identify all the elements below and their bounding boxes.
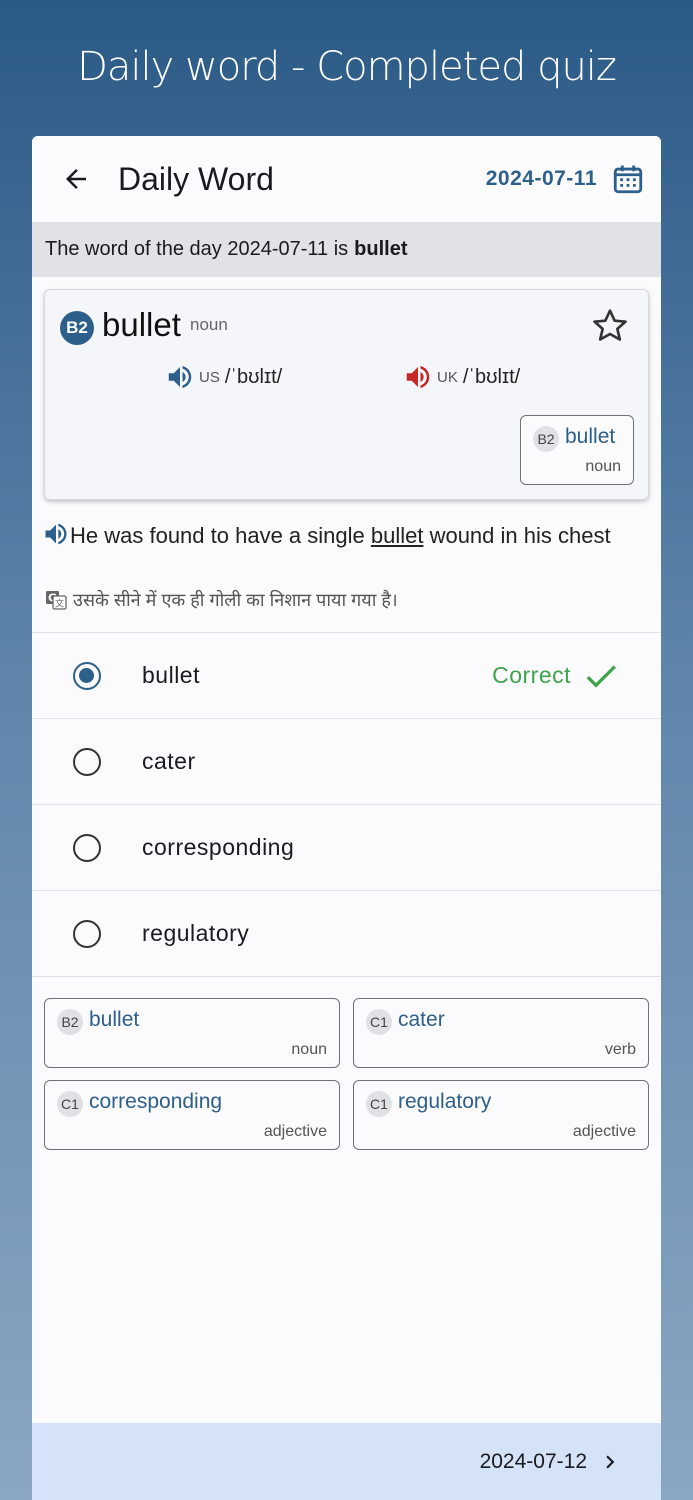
example-sentence: He was found to have a single bullet wou…: [42, 520, 642, 552]
uk-pronunciation-button[interactable]: UK /ˈbʊlɪt/: [403, 362, 520, 392]
chevron-right-icon: [606, 1455, 615, 1468]
quiz-option-0[interactable]: bullet Correct: [32, 633, 661, 719]
radio-button-selected[interactable]: [73, 661, 101, 690]
level-badge: C1: [366, 1009, 392, 1035]
speaker-icon[interactable]: [42, 520, 70, 548]
banner-text: The word of the day 2024-07-11 is: [45, 238, 349, 260]
word-of-day-banner: The word of the day 2024-07-11 is bullet: [32, 222, 661, 277]
page-title: Daily Word: [118, 160, 274, 197]
chip-word: corresponding: [89, 1090, 223, 1113]
chip-pos: adjective: [572, 1123, 636, 1140]
svg-text:文: 文: [55, 598, 64, 610]
chip-word: bullet: [89, 1008, 140, 1031]
quiz-option-3[interactable]: regulatory: [32, 891, 661, 977]
example-highlight: bullet: [370, 523, 424, 548]
example-text-after: wound in his chest: [423, 523, 611, 548]
chip-pos: noun: [291, 1041, 327, 1058]
star-icon[interactable]: [590, 306, 630, 346]
translate-icon: G 文: [46, 591, 67, 610]
chip-pos: adjective: [263, 1123, 327, 1140]
next-day-button[interactable]: 2024-07-12: [32, 1423, 661, 1500]
app-bar: Daily Word 2024-07-11: [32, 136, 661, 222]
word-chip-bullet[interactable]: B2 bullet noun: [44, 998, 340, 1068]
speaker-icon: [406, 366, 430, 388]
chip-pos: verb: [604, 1041, 636, 1058]
correct-indicator: Correct: [492, 656, 621, 696]
us-ipa: /ˈbʊlɪt/: [224, 365, 283, 388]
part-of-speech: noun: [190, 315, 228, 334]
date-selector-button[interactable]: 2024-07-11: [486, 167, 597, 191]
calendar-icon[interactable]: [611, 162, 645, 196]
option-label: regulatory: [142, 920, 250, 946]
level-badge: B2: [533, 426, 559, 452]
translation-text: उसके सीने में एक ही गोली का निशान पाया ग…: [73, 590, 398, 610]
word-chip-bullet[interactable]: B2 bullet noun: [520, 415, 634, 485]
speaker-icon: [168, 366, 192, 388]
headword: bullet: [102, 306, 181, 343]
check-icon: [586, 664, 616, 688]
chip-word: regulatory: [398, 1090, 492, 1113]
back-button[interactable]: [56, 159, 96, 199]
banner-word: bullet: [354, 238, 408, 260]
us-tag: US: [199, 368, 220, 386]
example-text-before: He was found to have a single: [70, 523, 371, 548]
level-badge: B2: [60, 311, 94, 345]
uk-ipa: /ˈbʊlɪt/: [462, 365, 521, 388]
option-label: bullet: [142, 662, 200, 688]
next-date: 2024-07-12: [479, 1449, 587, 1473]
uk-tag: UK: [437, 368, 458, 386]
word-chip-regulatory[interactable]: C1 regulatory adjective: [353, 1080, 649, 1150]
quiz-option-2[interactable]: corresponding: [32, 805, 661, 891]
chip-word: cater: [398, 1008, 445, 1031]
option-label: corresponding: [142, 834, 295, 860]
chip-pos: noun: [585, 458, 621, 475]
arrow-left-icon: [66, 169, 86, 189]
chip-word: bullet: [565, 425, 616, 448]
word-chip-corresponding[interactable]: C1 corresponding adjective: [44, 1080, 340, 1150]
screenshot-caption: Daily word - Completed quiz: [77, 44, 617, 90]
translation: G 文 उसके सीने में एक ही गोली का निशान पा…: [44, 588, 398, 612]
level-badge: C1: [57, 1091, 83, 1117]
quiz-options: bullet Correct cater corresponding regul…: [32, 632, 661, 977]
result-text: Correct: [492, 662, 571, 688]
quiz-option-1[interactable]: cater: [32, 719, 661, 805]
option-label: cater: [142, 748, 196, 774]
level-badge: B2: [57, 1009, 83, 1035]
app-screen: Daily Word 2024-07-11 The word of the da…: [32, 136, 661, 1500]
radio-button[interactable]: [73, 833, 101, 862]
us-pronunciation-button[interactable]: US /ˈbʊlɪt/: [165, 362, 282, 392]
level-badge: C1: [366, 1091, 392, 1117]
radio-button[interactable]: [73, 919, 101, 948]
radio-button[interactable]: [73, 747, 101, 776]
word-chip-cater[interactable]: C1 cater verb: [353, 998, 649, 1068]
word-card: B2 bullet noun US /ˈbʊlɪt/ UK /ˈbʊlɪt/ B…: [44, 289, 649, 500]
